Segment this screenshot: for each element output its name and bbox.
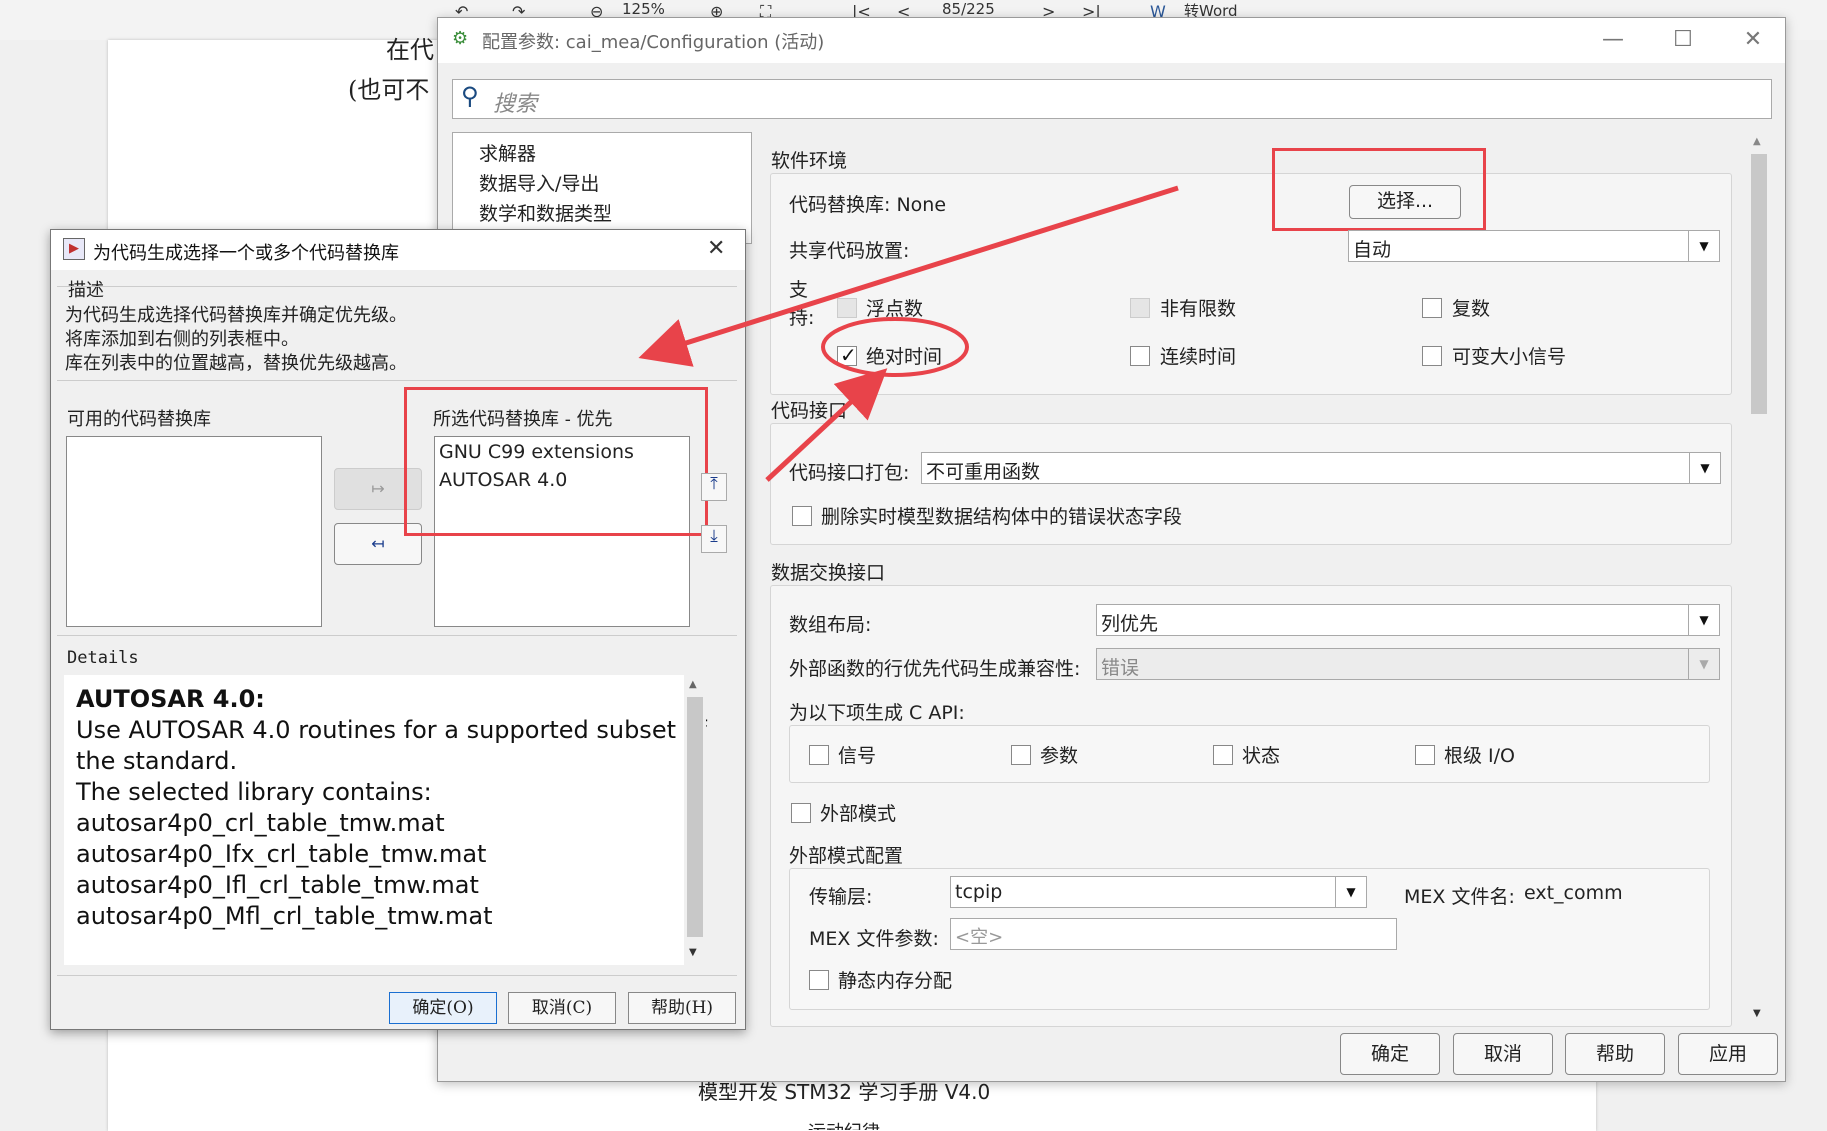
annotation-ellipse-absolute-time bbox=[821, 317, 969, 377]
annotation-overlay bbox=[638, 185, 1179, 482]
annotation-arrow-to-dialog bbox=[638, 185, 1179, 367]
annotation-arrow-to-absolute-time bbox=[765, 368, 888, 482]
